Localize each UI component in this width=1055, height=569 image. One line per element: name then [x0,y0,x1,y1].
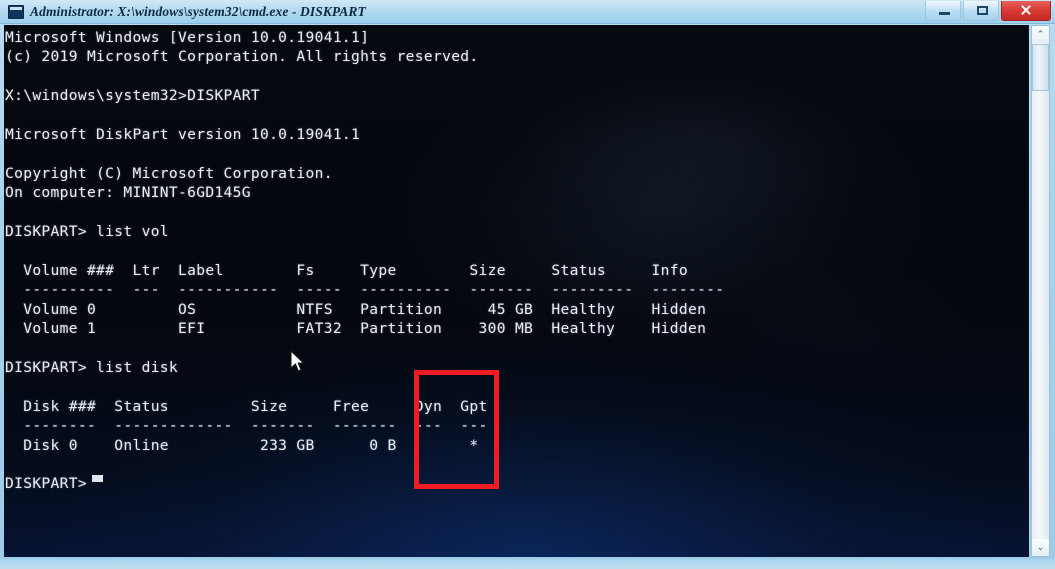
minimize-button[interactable] [925,1,961,21]
close-button[interactable]: ✕ [1001,1,1051,21]
cmd-console-icon [8,5,24,19]
cmd-window: Administrator: X:\windows\system32\cmd.e… [0,0,1055,569]
scroll-down-arrow-icon[interactable]: ⌄ [1032,539,1049,556]
block-cursor [92,475,103,482]
mouse-pointer-icon [290,350,305,372]
window-controls: ✕ [925,1,1051,21]
vertical-scrollbar[interactable]: ⌃ ⌄ [1031,25,1050,557]
console-output-area[interactable]: Microsoft Windows [Version 10.0.19041.1]… [4,25,1029,557]
scrollbar-thumb[interactable] [1032,44,1049,91]
maximize-icon [977,6,988,15]
close-icon: ✕ [1019,2,1033,19]
maximize-button[interactable] [963,1,999,21]
title-bar-left: Administrator: X:\windows\system32\cmd.e… [8,3,366,21]
title-bar[interactable]: Administrator: X:\windows\system32\cmd.e… [0,0,1055,24]
minimize-icon [939,12,950,15]
scroll-up-arrow-icon[interactable]: ⌃ [1032,26,1049,43]
console-text: Microsoft Windows [Version 10.0.19041.1]… [5,29,725,493]
window-title: Administrator: X:\windows\system32\cmd.e… [30,4,366,19]
window-bottom-edge [0,559,1055,569]
